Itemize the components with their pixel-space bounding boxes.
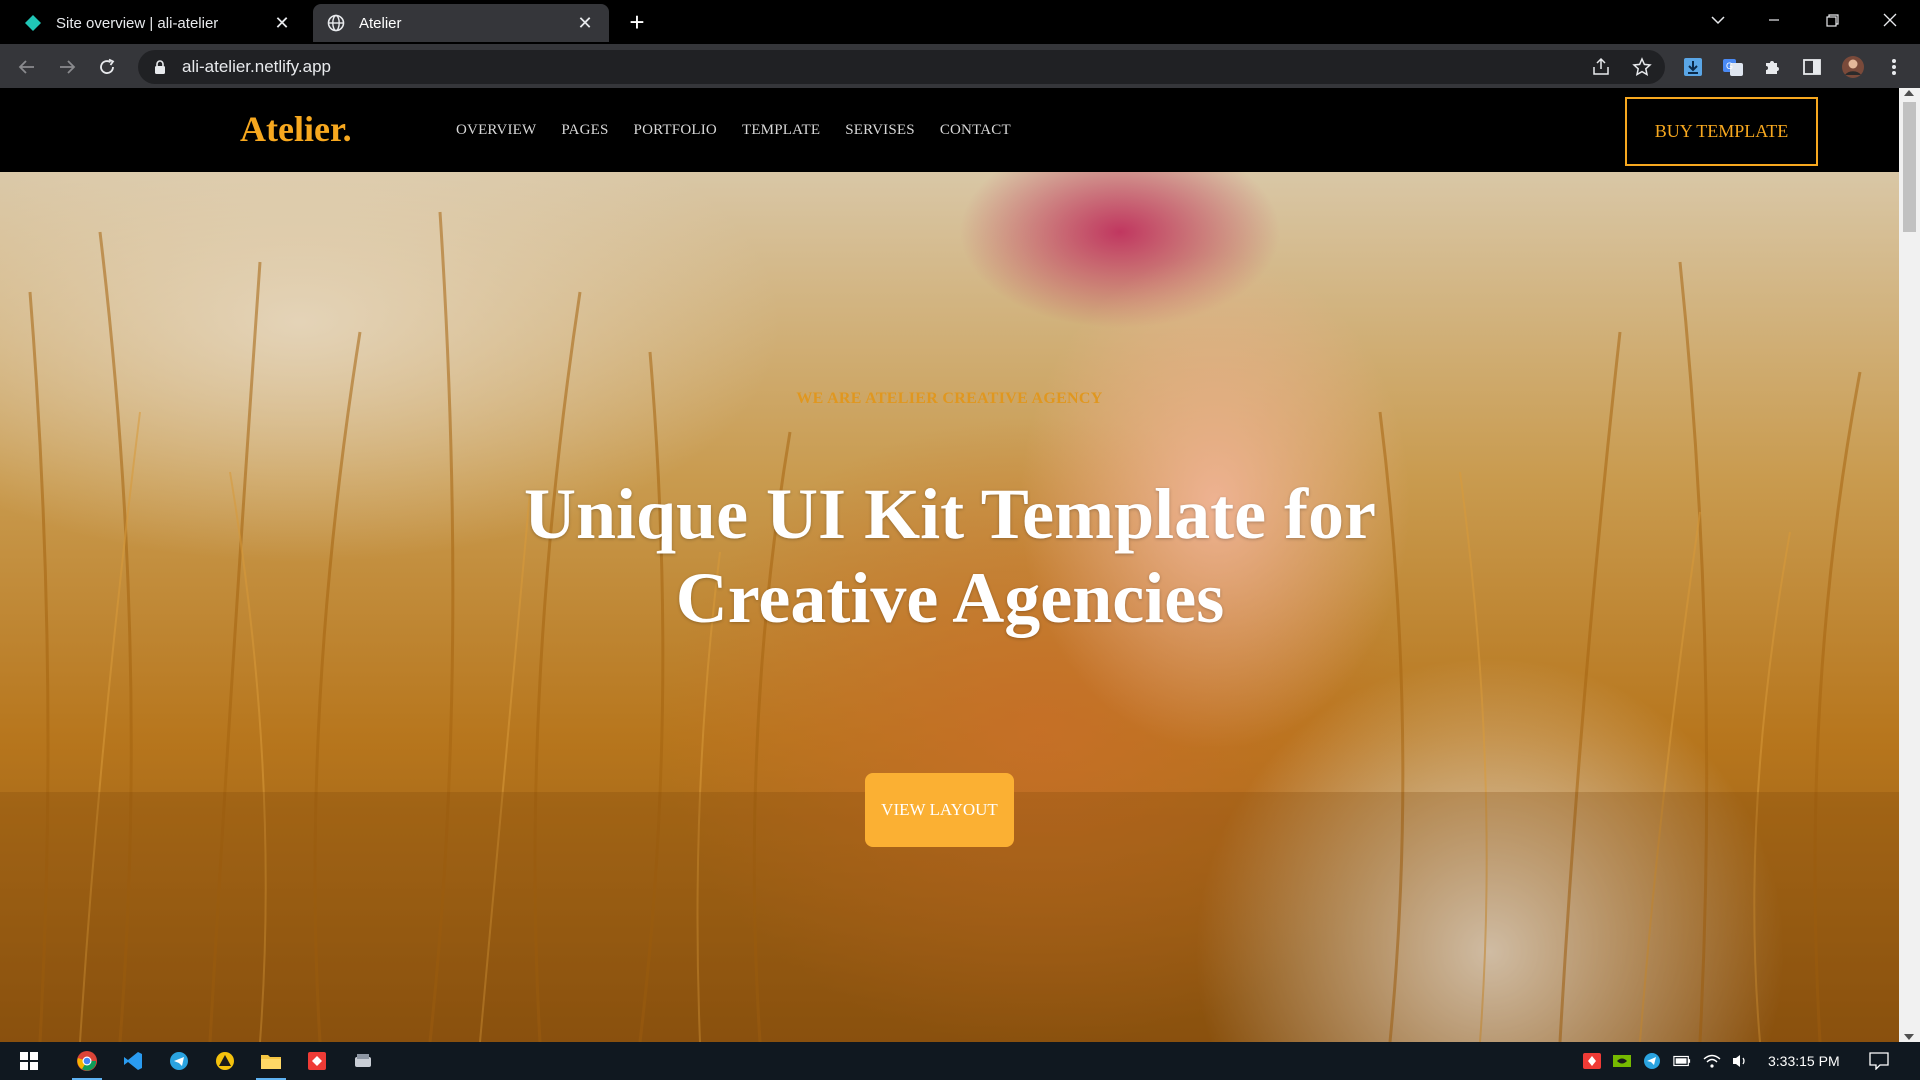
close-icon[interactable]: ✕ <box>575 13 595 33</box>
taskbar-file-explorer[interactable] <box>252 1046 290 1080</box>
anydesk-icon <box>308 1052 326 1070</box>
close-icon[interactable]: ✕ <box>272 13 292 33</box>
netlify-icon <box>25 15 41 31</box>
buy-template-button[interactable]: BUY TEMPLATE <box>1625 97 1818 166</box>
tray-nvidia-icon[interactable] <box>1613 1053 1631 1069</box>
back-button[interactable] <box>12 52 42 82</box>
start-button[interactable] <box>10 1046 48 1076</box>
restore-icon <box>1825 13 1839 27</box>
extensions-button[interactable] <box>1758 53 1786 81</box>
close-icon <box>1883 13 1897 27</box>
page-viewport: Atelier. OVERVIEW PAGES PORTFOLIO TEMPLA… <box>0 88 1899 1042</box>
nav-pages[interactable]: PAGES <box>561 122 608 139</box>
hero-section: WE ARE ATELIER CREATIVE AGENCY Unique UI… <box>0 172 1899 1042</box>
nav-template[interactable]: TEMPLATE <box>742 122 820 139</box>
restore-button[interactable] <box>1804 0 1860 40</box>
browser-menu-button[interactable] <box>1880 53 1908 81</box>
windows-icon <box>20 1052 38 1070</box>
minimize-icon <box>1769 19 1779 21</box>
hero-headline: Unique UI Kit Template for Creative Agen… <box>523 474 1377 638</box>
browser-toolbar: ali-atelier.netlify.app G <box>0 44 1920 88</box>
hero-content: WE ARE ATELIER CREATIVE AGENCY Unique UI… <box>0 172 1899 1042</box>
tab-title: Site overview | ali-atelier <box>56 14 219 32</box>
telegram-icon <box>170 1052 188 1070</box>
new-tab-button[interactable]: + <box>624 9 650 36</box>
browser-tab-strip: Site overview | ali-atelier ✕ Atelier ✕ … <box>0 0 1920 44</box>
disk-app-icon <box>355 1054 371 1067</box>
tray-anydesk-icon[interactable] <box>1583 1053 1601 1069</box>
hero-tagline: WE ARE ATELIER CREATIVE AGENCY <box>796 390 1103 407</box>
vscode-icon <box>124 1052 142 1070</box>
folder-icon <box>261 1055 281 1069</box>
side-panel-icon <box>1803 59 1821 75</box>
site-logo[interactable]: Atelier. <box>240 108 352 150</box>
tray-wifi-icon[interactable] <box>1703 1053 1721 1069</box>
notification-center-icon[interactable] <box>1868 1052 1890 1070</box>
tray-telegram-icon[interactable] <box>1643 1053 1661 1069</box>
share-button[interactable] <box>1587 53 1615 81</box>
arrow-right-icon <box>60 60 76 74</box>
page-scrollbar[interactable] <box>1899 88 1920 1042</box>
tab-title: Atelier <box>359 14 402 32</box>
scroll-up-arrow-icon[interactable] <box>1904 90 1914 96</box>
tab-search-button[interactable] <box>1690 0 1746 40</box>
bookmark-button[interactable] <box>1628 53 1656 81</box>
main-nav: OVERVIEW PAGES PORTFOLIO TEMPLATE SERVIS… <box>456 122 1036 139</box>
warning-app-icon <box>216 1052 234 1070</box>
url-text: ali-atelier.netlify.app <box>182 57 331 76</box>
taskbar-app-yellow[interactable] <box>206 1046 244 1076</box>
minimize-button[interactable] <box>1746 0 1802 40</box>
side-panel-button[interactable] <box>1798 53 1826 81</box>
avatar-icon <box>1842 56 1864 78</box>
download-extension-button[interactable] <box>1679 53 1707 81</box>
close-window-button[interactable] <box>1862 0 1918 40</box>
share-icon <box>1593 57 1609 75</box>
arrow-left-icon <box>18 60 34 74</box>
nav-contact[interactable]: CONTACT <box>940 122 1011 139</box>
taskbar-telegram[interactable] <box>160 1046 198 1076</box>
reload-icon <box>100 58 115 74</box>
taskbar-vscode[interactable] <box>114 1046 152 1076</box>
svg-text:G: G <box>1726 61 1733 71</box>
forward-button[interactable] <box>52 52 82 82</box>
chevron-down-icon <box>1711 16 1725 25</box>
nav-servises[interactable]: SERVISES <box>845 122 915 139</box>
nav-overview[interactable]: OVERVIEW <box>456 122 536 139</box>
taskbar-clock[interactable]: 3:33:15 PM <box>1768 1053 1840 1069</box>
tab-site-overview[interactable]: Site overview | ali-atelier ✕ <box>10 4 306 42</box>
view-layout-button[interactable]: VIEW LAYOUT <box>865 773 1014 847</box>
profile-avatar[interactable] <box>1839 53 1867 81</box>
translate-icon: G <box>1723 59 1743 76</box>
taskbar-anydesk[interactable] <box>298 1046 336 1076</box>
windows-taskbar: 3:33:15 PM <box>0 1042 1920 1080</box>
site-header: Atelier. OVERVIEW PAGES PORTFOLIO TEMPLA… <box>0 88 1899 172</box>
more-vertical-icon <box>1892 59 1896 75</box>
nav-portfolio[interactable]: PORTFOLIO <box>634 122 717 139</box>
scroll-thumb[interactable] <box>1903 102 1916 232</box>
lock-icon <box>155 60 165 74</box>
puzzle-icon <box>1766 61 1779 74</box>
scroll-down-arrow-icon[interactable] <box>1904 1034 1914 1040</box>
globe-icon <box>327 14 345 32</box>
taskbar-app-disk[interactable] <box>344 1046 382 1076</box>
download-extension-icon <box>1684 58 1702 76</box>
star-icon <box>1632 57 1652 76</box>
address-bar[interactable]: ali-atelier.netlify.app <box>138 50 1665 84</box>
tray-battery-icon[interactable] <box>1673 1053 1691 1069</box>
tray-volume-icon[interactable] <box>1731 1053 1749 1069</box>
tab-atelier[interactable]: Atelier ✕ <box>313 4 609 42</box>
taskbar-chrome[interactable] <box>68 1046 106 1080</box>
chrome-icon <box>77 1051 97 1071</box>
reload-button[interactable] <box>92 52 122 82</box>
translate-extension-button[interactable]: G <box>1719 53 1747 81</box>
